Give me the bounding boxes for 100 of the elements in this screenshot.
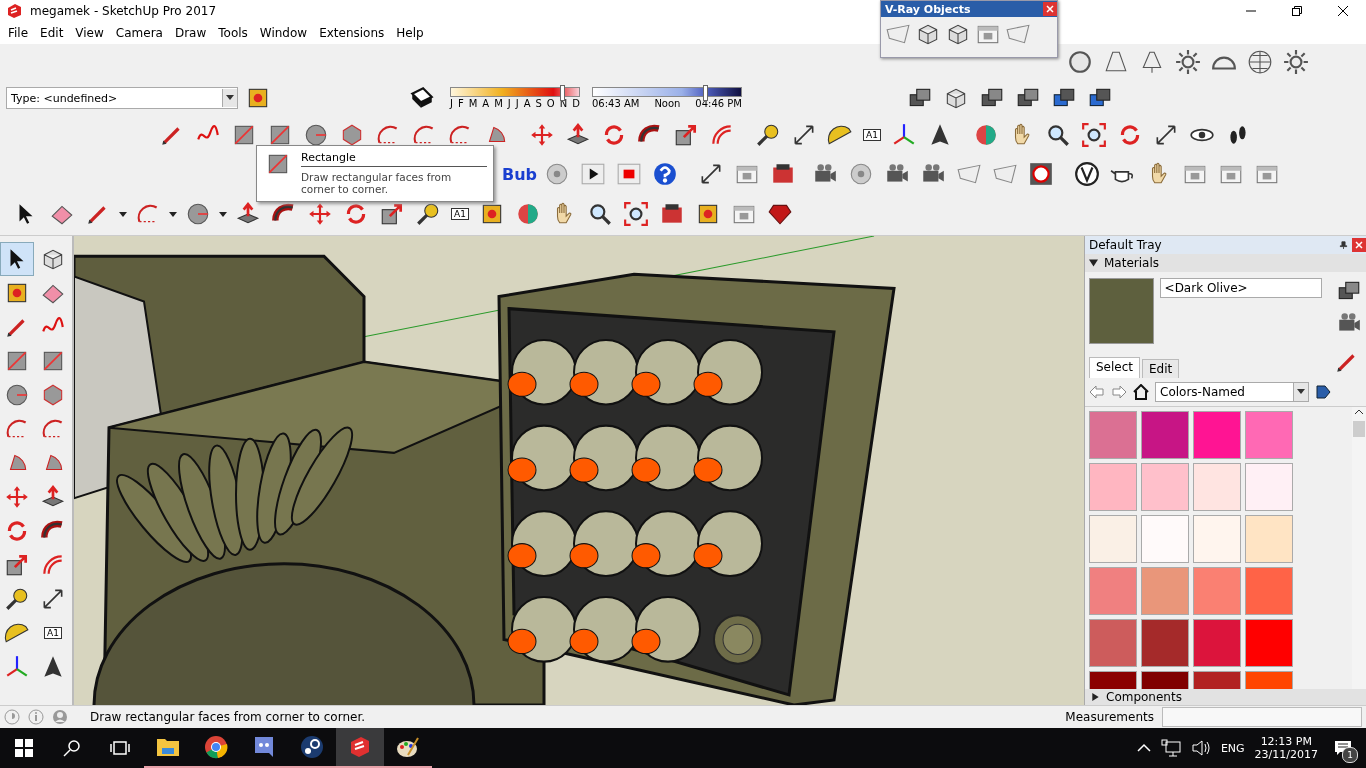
clock-date[interactable]: 23/11/2017 [1254, 748, 1318, 761]
task-view-icon [110, 740, 130, 756]
menu-item[interactable]: File [2, 26, 35, 40]
menu-item[interactable]: Extensions [313, 26, 391, 40]
menu-item[interactable]: Tools [212, 26, 254, 40]
home-icon[interactable] [1133, 384, 1149, 400]
menu-item[interactable]: Help [390, 26, 430, 40]
color-swatch[interactable] [1193, 515, 1241, 563]
zoom-extents-icon[interactable] [1080, 122, 1107, 148]
color-swatch[interactable] [1245, 515, 1293, 563]
zoom-extents-icon[interactable] [622, 200, 649, 227]
color-swatch[interactable] [1245, 567, 1293, 615]
library-dropdown[interactable]: Colors-Named [1155, 382, 1309, 402]
forward-arrow-icon[interactable] [1111, 384, 1127, 400]
sun-icon[interactable] [1175, 49, 1201, 75]
panel-tab[interactable]: Edit [1142, 359, 1180, 378]
measurements-label: Measurements [1065, 710, 1154, 724]
no-entry-icon[interactable] [1028, 161, 1055, 187]
volume-icon[interactable] [1190, 739, 1211, 757]
app-logo-icon [348, 735, 372, 759]
stop-icon[interactable] [616, 161, 643, 187]
measurements-field[interactable] [1162, 707, 1362, 727]
color-swatch[interactable] [1089, 411, 1137, 459]
sphere-icon[interactable] [1067, 49, 1093, 75]
close-button[interactable] [1352, 238, 1366, 252]
color-swatch[interactable] [1245, 463, 1293, 511]
color-swatch[interactable] [1193, 567, 1241, 615]
material-name-field[interactable]: <Dark Olive> [1159, 278, 1322, 298]
month-label: A [523, 98, 531, 109]
color-swatch[interactable] [1193, 619, 1241, 667]
chat-bubble-icon [252, 735, 276, 759]
color-swatch[interactable] [1141, 515, 1189, 563]
notifications-button[interactable]: 1 [1328, 733, 1358, 763]
tape-measure-icon[interactable] [4, 586, 30, 612]
color-swatch[interactable] [1245, 411, 1293, 459]
color-swatch[interactable] [1141, 463, 1189, 511]
scroll-thumb[interactable] [1353, 421, 1365, 437]
month-label: O [546, 98, 555, 109]
restore-icon [1292, 6, 1302, 16]
pin-icon[interactable] [1339, 241, 1348, 249]
expand-triangle-icon[interactable] [1091, 693, 1100, 701]
circle-icon[interactable] [4, 382, 30, 408]
panel-tab[interactable]: Select [1089, 357, 1141, 378]
text-tool-button[interactable]: A1 [44, 627, 62, 639]
color-swatch[interactable] [1141, 619, 1189, 667]
tape-measure-icon[interactable] [755, 122, 781, 148]
month-label: M [468, 98, 478, 109]
chevron-up-icon[interactable] [1136, 743, 1151, 753]
text-tool-button[interactable]: A1 [451, 207, 469, 220]
menu-item[interactable]: Camera [109, 26, 169, 40]
scale-icon[interactable] [673, 122, 699, 148]
scroll-up-icon[interactable] [1354, 407, 1364, 417]
back-arrow-icon[interactable] [1089, 384, 1105, 400]
plugin-label[interactable]: Bub [502, 164, 538, 184]
panel-title[interactable]: Materials [1104, 256, 1159, 270]
search-icon [63, 739, 81, 757]
color-swatch[interactable] [1245, 619, 1293, 667]
scale-icon[interactable] [4, 552, 30, 578]
details-arrow-icon[interactable] [1315, 384, 1331, 400]
browser-icon [204, 735, 228, 759]
month-label: J [450, 98, 453, 109]
menu-item[interactable]: Draw [168, 26, 213, 40]
color-swatch[interactable] [1193, 411, 1241, 459]
color-swatch[interactable] [1089, 463, 1137, 511]
time-label: 06:43 AM [592, 98, 640, 109]
color-swatch[interactable] [1089, 619, 1137, 667]
material-preview [1089, 278, 1154, 344]
help-icon[interactable] [652, 161, 679, 187]
globe-icon[interactable] [1247, 49, 1273, 75]
color-swatch[interactable] [1193, 463, 1241, 511]
modeler-app-button[interactable] [336, 728, 384, 768]
four-arrows-icon[interactable] [529, 122, 555, 148]
menu-item[interactable]: View [69, 26, 110, 40]
month-label: F [457, 98, 464, 109]
month-label: D [572, 98, 580, 109]
scrollbar[interactable] [1352, 407, 1366, 689]
panel-title: V-Ray Objects [885, 2, 971, 16]
network-icon[interactable] [1160, 739, 1181, 757]
sun-icon[interactable] [1283, 49, 1309, 75]
windows-logo-icon [15, 739, 33, 757]
four-arrows-icon[interactable] [4, 484, 30, 510]
circle-icon[interactable] [303, 122, 329, 148]
play-icon[interactable] [580, 161, 607, 187]
color-swatch[interactable] [1089, 567, 1137, 615]
color-swatch[interactable] [1141, 567, 1189, 615]
collapse-triangle-icon[interactable] [1089, 259, 1098, 267]
menu-item[interactable]: Window [253, 26, 314, 40]
type-dropdown[interactable]: Type: <undefined> [6, 87, 238, 109]
color-swatch[interactable] [1141, 411, 1189, 459]
tray-title: Default Tray [1089, 238, 1162, 252]
color-swatch[interactable] [1089, 515, 1137, 563]
slider-thumb[interactable] [560, 85, 566, 101]
month-label: S [535, 98, 542, 109]
clock-time[interactable]: 12:13 PM [1260, 735, 1312, 748]
v-logo-icon[interactable] [1074, 161, 1101, 187]
menu-item[interactable]: Edit [34, 26, 70, 40]
language-indicator[interactable]: ENG [1220, 741, 1245, 755]
slider-thumb[interactable] [703, 85, 709, 101]
text-tool-button[interactable]: A1 [863, 129, 881, 141]
close-button[interactable] [1043, 2, 1057, 16]
